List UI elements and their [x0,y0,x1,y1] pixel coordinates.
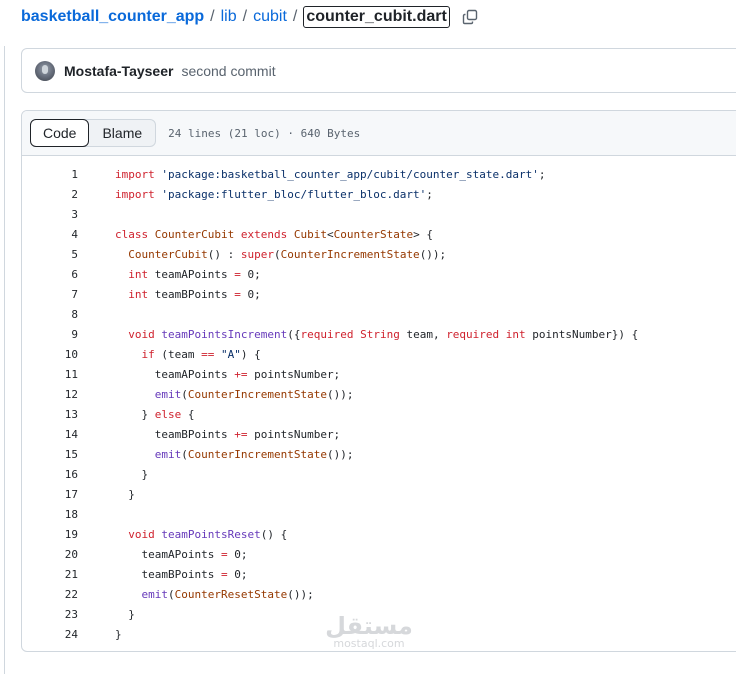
code-line-text: teamAPoints += pointsNumber; [115,367,341,381]
code-line: 12 emit(CounterIncrementState()); [22,384,736,404]
code-line-text: import 'package:flutter_bloc/flutter_blo… [115,187,433,201]
code-line: 19 void teamPointsReset() { [22,524,736,544]
code-line: 16 } [22,464,736,484]
code-line-text: } [115,627,122,641]
line-number[interactable]: 9 [22,328,78,341]
file-viewer: Code Blame 24 lines (21 loc) · 640 Bytes… [21,110,736,652]
code-line-text: int teamBPoints = 0; [128,287,261,301]
code-line-text: } [115,607,135,621]
breadcrumb-separator: / [242,8,248,25]
line-number[interactable]: 10 [22,348,78,361]
code-line: 7 int teamBPoints = 0; [22,284,736,304]
breadcrumb-cubit-link[interactable]: cubit [253,8,287,26]
copy-path-icon [462,9,478,25]
code-line-text: import 'package:basketball_counter_app/c… [115,167,546,181]
line-number[interactable]: 2 [22,188,78,201]
line-number[interactable]: 16 [22,468,78,481]
code-line-text: emit(CounterIncrementState()); [154,387,354,401]
tab-code[interactable]: Code [30,119,90,147]
line-number[interactable]: 14 [22,428,78,441]
line-number[interactable]: 22 [22,588,78,601]
breadcrumb-repo-link[interactable]: basketball_counter_app [21,8,204,26]
latest-commit-bar: Mostafa-Tayseer second commit [21,48,736,93]
code-line: 15 emit(CounterIncrementState()); [22,444,736,464]
line-number[interactable]: 24 [22,628,78,641]
code-line-text: } else { [115,407,195,421]
code-line-text: teamAPoints = 0; [115,547,248,561]
line-number[interactable]: 21 [22,568,78,581]
code-line-text: teamBPoints = 0; [115,567,248,581]
code-line: 17 } [22,484,736,504]
line-number[interactable]: 18 [22,508,78,521]
line-number[interactable]: 19 [22,528,78,541]
code-line: 10 if (team == "A") { [22,344,736,364]
code-line-text: void teamPointsReset() { [128,527,288,541]
breadcrumb-separator: / [210,8,215,25]
line-number[interactable]: 8 [22,308,78,321]
line-number[interactable]: 13 [22,408,78,421]
breadcrumb-file-name: counter_cubit.dart [303,6,450,28]
code-line: 2 import 'package:flutter_bloc/flutter_bl… [22,184,736,204]
code-line: 8 [22,304,736,324]
code-line: 22 emit(CounterResetState()); [22,584,736,604]
code-line-text: teamBPoints += pointsNumber; [115,427,341,441]
line-number[interactable]: 11 [22,368,78,381]
line-number[interactable]: 20 [22,548,78,561]
commit-message-link[interactable]: second commit [181,63,275,79]
code-line: 9 void teamPointsIncrement({required Str… [22,324,736,344]
code-line-text: emit(CounterIncrementState()); [154,447,354,461]
code-line: 20 teamAPoints = 0; [22,544,736,564]
page-left-border [4,46,5,674]
code-line-text: int teamAPoints = 0; [128,267,261,281]
line-number[interactable]: 15 [22,448,78,461]
avatar[interactable] [35,60,55,81]
view-mode-toggle: Code Blame [30,119,157,147]
code-line-text: void teamPointsIncrement({required Strin… [128,327,639,341]
code-line: 11 teamAPoints += pointsNumber; [22,364,736,384]
code-line: 23 } [22,604,736,624]
code-line-text: CounterCubit() : super(CounterIncrementS… [128,247,447,261]
line-number[interactable]: 23 [22,608,78,621]
code-line-text: } [115,467,149,481]
copy-path-button[interactable] [462,9,478,25]
line-number[interactable]: 5 [22,248,78,261]
code-line: 13 } else { [22,404,736,424]
tab-blame[interactable]: Blame [89,120,155,146]
code-line-text: if (team == "A") { [141,347,261,361]
code-line: 21 teamBPoints = 0; [22,564,736,584]
code-line: 4 class CounterCubit extends Cubit<Counte… [22,224,736,244]
breadcrumb-lib-link[interactable]: lib [221,8,237,26]
code-line: 1 import 'package:basketball_counter_app/… [22,164,736,184]
breadcrumb: basketball_counter_app / lib / cubit / c… [21,6,478,28]
code-line: 18 [22,504,736,524]
code-line-text: emit(CounterResetState()); [141,587,314,601]
line-number[interactable]: 12 [22,388,78,401]
line-number[interactable]: 17 [22,488,78,501]
file-header: Code Blame 24 lines (21 loc) · 640 Bytes [22,111,736,156]
line-number[interactable]: 1 [22,168,78,181]
line-number[interactable]: 6 [22,268,78,281]
code-line: 5 CounterCubit() : super(CounterIncremen… [22,244,736,264]
code-line: 3 [22,204,736,224]
line-number[interactable]: 4 [22,228,78,241]
code-line-text: class CounterCubit extends Cubit<Counter… [115,227,433,241]
line-number[interactable]: 7 [22,288,78,301]
code-line: 14 teamBPoints += pointsNumber; [22,424,736,444]
code-listing[interactable]: 1 import 'package:basketball_counter_app/… [22,156,736,644]
code-line: 6 int teamAPoints = 0; [22,264,736,284]
line-number[interactable]: 3 [22,208,78,221]
file-info: 24 lines (21 loc) · 640 Bytes [168,126,361,140]
code-line: 24} [22,624,736,644]
breadcrumb-separator: / [292,8,298,25]
code-line-text: } [115,487,135,501]
commit-author-link[interactable]: Mostafa-Tayseer [64,63,173,79]
